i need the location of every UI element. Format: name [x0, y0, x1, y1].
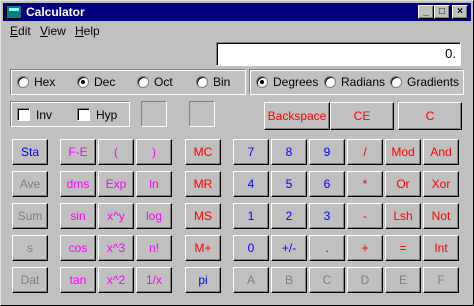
digit-8-button[interactable]: 8 [271, 139, 307, 165]
radio-radians[interactable]: Radians [324, 75, 390, 89]
maximize-button[interactable]: □ [434, 5, 450, 19]
radio-bin-indicator [196, 76, 208, 88]
dms-button[interactable]: dms [60, 171, 96, 197]
close-paren-button[interactable]: ) [136, 139, 172, 165]
radio-radians-indicator [324, 76, 336, 88]
calculator-window: Calculator _ □ × Edit View Help 0. Hex D… [0, 0, 474, 306]
clear-button[interactable]: C [398, 102, 462, 130]
not-button[interactable]: Not [423, 203, 459, 229]
hex-d-button[interactable]: D [347, 267, 383, 293]
memory-store-button[interactable]: MS [185, 203, 221, 229]
title-bar[interactable]: Calculator _ □ × [3, 3, 471, 21]
digit-3-button[interactable]: 3 [309, 203, 345, 229]
divide-button[interactable]: / [347, 139, 383, 165]
digit-4-button[interactable]: 4 [233, 171, 269, 197]
digit-5-button[interactable]: 5 [271, 171, 307, 197]
fe-button[interactable]: F-E [60, 139, 96, 165]
close-button[interactable]: × [452, 5, 468, 19]
multiply-button[interactable]: * [347, 171, 383, 197]
hex-b-button[interactable]: B [271, 267, 307, 293]
radio-degrees-indicator [256, 76, 268, 88]
backspace-button[interactable]: Backspace [264, 102, 330, 130]
radio-dec[interactable]: Dec [77, 75, 127, 89]
add-button[interactable]: + [347, 235, 383, 261]
hex-c-button[interactable]: C [309, 267, 345, 293]
hex-f-button[interactable]: F [423, 267, 459, 293]
inv-checkbox[interactable]: Inv [17, 108, 62, 122]
radio-hex[interactable]: Hex [17, 75, 67, 89]
digit-9-button[interactable]: 9 [309, 139, 345, 165]
sin-button[interactable]: sin [60, 203, 96, 229]
digit-6-button[interactable]: 6 [309, 171, 345, 197]
x-cubed-button[interactable]: x^3 [98, 235, 134, 261]
inv-hyp-group: Inv Hyp [10, 101, 130, 127]
mod-button[interactable]: Mod [385, 139, 421, 165]
tan-button[interactable]: tan [60, 267, 96, 293]
and-button[interactable]: And [423, 139, 459, 165]
memory-recall-button[interactable]: MR [185, 171, 221, 197]
menu-view[interactable]: View [40, 24, 66, 38]
digit-1-button[interactable]: 1 [233, 203, 269, 229]
dat-button[interactable]: Dat [12, 267, 48, 293]
cos-button[interactable]: cos [60, 235, 96, 261]
hex-a-button[interactable]: A [233, 267, 269, 293]
radio-bin[interactable]: Bin [196, 75, 241, 89]
radio-gradients-indicator [390, 76, 402, 88]
x-power-y-button[interactable]: x^y [98, 203, 134, 229]
pi-button[interactable]: pi [185, 267, 221, 293]
reciprocal-button[interactable]: 1/x [136, 267, 172, 293]
xor-button[interactable]: Xor [423, 171, 459, 197]
lsh-button[interactable]: Lsh [385, 203, 421, 229]
ln-button[interactable]: ln [136, 171, 172, 197]
memory-indicator [189, 101, 215, 127]
int-button[interactable]: Int [423, 235, 459, 261]
number-system-group: Hex Dec Oct Bin [10, 69, 246, 95]
radio-dec-indicator [77, 76, 89, 88]
hyp-checkbox[interactable]: Hyp [77, 108, 125, 122]
menu-bar: Edit View Help [3, 22, 471, 40]
angle-units-group: Degrees Radians Gradients [249, 69, 464, 95]
x-squared-button[interactable]: x^2 [98, 267, 134, 293]
open-paren-button[interactable]: ( [98, 139, 134, 165]
s-button[interactable]: s [12, 235, 48, 261]
memory-add-button[interactable]: M+ [185, 235, 221, 261]
menu-help[interactable]: Help [75, 24, 100, 38]
log-button[interactable]: log [136, 203, 172, 229]
ave-button[interactable]: Ave [12, 171, 48, 197]
radio-hex-indicator [17, 76, 29, 88]
parenthesis-level-indicator [141, 101, 167, 127]
sum-button[interactable]: Sum [12, 203, 48, 229]
menu-edit[interactable]: Edit [10, 24, 31, 38]
clear-entry-button[interactable]: CE [330, 102, 394, 130]
exp-button[interactable]: Exp [98, 171, 134, 197]
inv-checkbox-box [17, 108, 30, 121]
radio-oct[interactable]: Oct [137, 75, 187, 89]
or-button[interactable]: Or [385, 171, 421, 197]
window-title: Calculator [26, 5, 85, 19]
decimal-point-button[interactable]: . [309, 235, 345, 261]
minimize-button[interactable]: _ [418, 5, 434, 19]
result-display: 0. [216, 42, 461, 66]
factorial-button[interactable]: n! [136, 235, 172, 261]
digit-0-button[interactable]: 0 [233, 235, 269, 261]
hex-e-button[interactable]: E [385, 267, 421, 293]
radio-degrees[interactable]: Degrees [256, 75, 324, 89]
stat-button[interactable]: Sta [12, 139, 48, 165]
digit-7-button[interactable]: 7 [233, 139, 269, 165]
hyp-checkbox-box [77, 108, 90, 121]
memory-clear-button[interactable]: MC [185, 139, 221, 165]
calculator-app-icon[interactable] [6, 5, 22, 19]
negate-button[interactable]: +/- [271, 235, 307, 261]
radio-oct-indicator [137, 76, 149, 88]
digit-2-button[interactable]: 2 [271, 203, 307, 229]
radio-gradients[interactable]: Gradients [390, 75, 462, 89]
subtract-button[interactable]: - [347, 203, 383, 229]
equals-button[interactable]: = [385, 235, 421, 261]
